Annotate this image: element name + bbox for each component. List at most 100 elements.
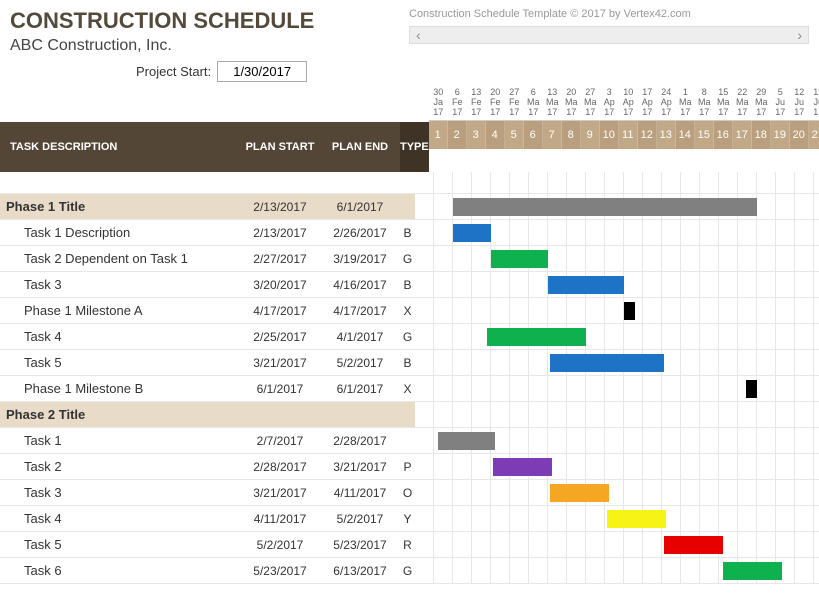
gantt-area [415, 324, 819, 349]
column-headers: TASK DESCRIPTION PLAN START PLAN END TYP… [0, 122, 429, 172]
plan-end: 4/1/2017 [320, 324, 400, 349]
week-cell: 2 [448, 121, 467, 149]
task-row[interactable]: Task 33/21/20174/11/2017O [0, 480, 819, 506]
gantt-bar [664, 536, 723, 554]
plan-end: 3/21/2017 [320, 454, 400, 479]
task-description: Phase 1 Milestone A [0, 298, 240, 323]
task-row[interactable]: Task 42/25/20174/1/2017G [0, 324, 819, 350]
timeline-dates: 30Ja176Fe1713Fe1720Fe1727Fe176Ma1713Ma17… [429, 86, 819, 120]
task-description: Phase 1 Milestone B [0, 376, 240, 401]
task-description: Phase 1 Title [0, 194, 240, 219]
plan-start: 2/28/2017 [240, 454, 320, 479]
date-cell: 1Ma17 [676, 86, 695, 120]
plan-start: 4/11/2017 [240, 506, 320, 531]
phase-row[interactable]: Phase 1 Title2/13/20176/1/2017 [0, 194, 819, 220]
plan-end: 5/23/2017 [320, 532, 400, 557]
task-row[interactable]: Phase 1 Milestone A4/17/20174/17/2017X [0, 298, 819, 324]
task-row[interactable]: Task 55/2/20175/23/2017R [0, 532, 819, 558]
plan-start: 2/13/2017 [240, 220, 320, 245]
page-title: CONSTRUCTION SCHEDULE [10, 8, 314, 34]
plan-end: 6/1/2017 [320, 194, 400, 219]
task-row[interactable]: Task 22/28/20173/21/2017P [0, 454, 819, 480]
plan-start: 2/13/2017 [240, 194, 320, 219]
gantt-area [415, 506, 819, 531]
col-start-header: PLAN START [240, 141, 320, 153]
week-cell: 11 [619, 121, 638, 149]
week-cell: 12 [638, 121, 657, 149]
task-row[interactable]: Task 33/20/20174/16/2017B [0, 272, 819, 298]
week-cell: 1 [429, 121, 448, 149]
task-row[interactable]: Task 1 Description2/13/20172/26/2017B [0, 220, 819, 246]
week-cell: 19 [771, 121, 790, 149]
task-description: Task 5 [0, 532, 240, 557]
date-cell: 22Ma17 [733, 86, 752, 120]
week-cell: 18 [752, 121, 771, 149]
task-description: Task 3 [0, 480, 240, 505]
phase-row[interactable]: Phase 2 Title [0, 402, 819, 428]
date-cell: 12Ju17 [790, 86, 809, 120]
week-cell: 21 [809, 121, 819, 149]
plan-start: 3/20/2017 [240, 272, 320, 297]
week-cell: 13 [657, 121, 676, 149]
col-type-header: TYPE [400, 122, 429, 172]
week-cell: 3 [467, 121, 486, 149]
date-cell: 27Fe17 [505, 86, 524, 120]
type-cell: B [400, 220, 415, 245]
task-row[interactable]: Phase 1 Milestone B6/1/20176/1/2017X [0, 376, 819, 402]
week-cell: 9 [581, 121, 600, 149]
week-cell: 14 [676, 121, 695, 149]
plan-end: 6/13/2017 [320, 558, 400, 583]
type-cell: X [400, 298, 415, 323]
week-cell: 20 [790, 121, 809, 149]
plan-end: 4/16/2017 [320, 272, 400, 297]
gantt-area [415, 272, 819, 297]
plan-end: 4/11/2017 [320, 480, 400, 505]
date-cell: 13Ma17 [543, 86, 562, 120]
gantt-area [415, 298, 819, 323]
gantt-area [415, 220, 819, 245]
gantt-area [415, 454, 819, 479]
date-cell: 19Ju17 [809, 86, 819, 120]
type-cell: X [400, 376, 415, 401]
gantt-bar [453, 198, 757, 216]
project-start-input[interactable] [217, 61, 307, 82]
plan-start: 2/7/2017 [240, 428, 320, 453]
plan-end: 3/19/2017 [320, 246, 400, 271]
gantt-area [415, 532, 819, 557]
task-row[interactable]: Task 65/23/20176/13/2017G [0, 558, 819, 584]
gantt-bar [723, 562, 782, 580]
date-cell: 29Ma17 [752, 86, 771, 120]
plan-end: 5/2/2017 [320, 506, 400, 531]
gantt-area [415, 402, 819, 427]
gantt-bar [550, 354, 664, 372]
date-cell: 20Ma17 [562, 86, 581, 120]
date-cell: 20Fe17 [486, 86, 505, 120]
type-cell [400, 194, 415, 219]
type-cell: G [400, 558, 415, 583]
task-row[interactable]: Task 2 Dependent on Task 12/27/20173/19/… [0, 246, 819, 272]
type-cell: G [400, 324, 415, 349]
timeline-scrollbar[interactable]: ‹ › [409, 26, 809, 44]
type-cell: R [400, 532, 415, 557]
plan-start: 5/23/2017 [240, 558, 320, 583]
date-cell: 15Ma17 [714, 86, 733, 120]
gantt-bar [453, 224, 491, 242]
date-cell: 17Ap17 [638, 86, 657, 120]
task-row[interactable]: Task 53/21/20175/2/2017B [0, 350, 819, 376]
date-cell: 13Fe17 [467, 86, 486, 120]
plan-end: 2/26/2017 [320, 220, 400, 245]
task-description: Task 4 [0, 324, 240, 349]
plan-end: 2/28/2017 [320, 428, 400, 453]
gantt-bar [491, 250, 548, 268]
type-cell: P [400, 454, 415, 479]
gantt-area [415, 350, 819, 375]
week-cell: 10 [600, 121, 619, 149]
task-description: Task 5 [0, 350, 240, 375]
task-row[interactable]: Task 12/7/20172/28/2017 [0, 428, 819, 454]
task-description: Task 2 [0, 454, 240, 479]
date-cell: 8Ma17 [695, 86, 714, 120]
scroll-left-icon[interactable]: ‹ [416, 27, 421, 43]
scroll-right-icon[interactable]: › [797, 27, 802, 43]
task-row[interactable]: Task 44/11/20175/2/2017Y [0, 506, 819, 532]
col-task-header: TASK DESCRIPTION [0, 141, 240, 153]
